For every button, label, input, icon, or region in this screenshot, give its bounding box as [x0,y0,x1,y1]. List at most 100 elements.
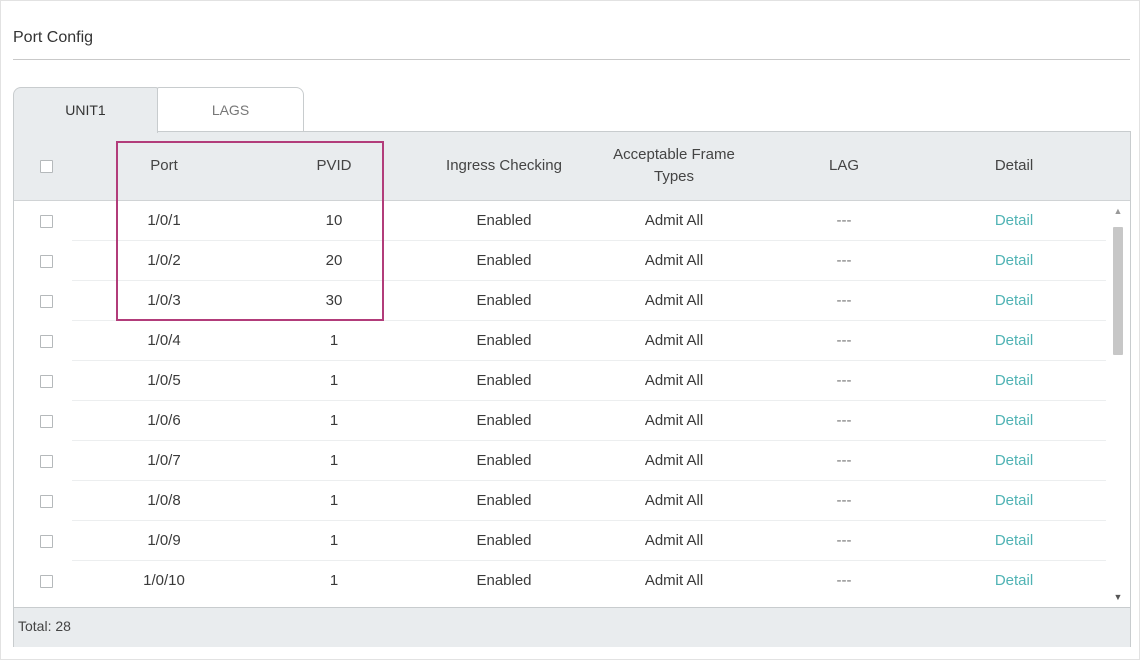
column-header-pvid[interactable]: PVID [284,132,384,200]
table-row: 1/0/6 1 Enabled Admit All --- Detail [14,401,1106,441]
table-footer: Total: 28 [14,607,1130,647]
tab-unit1[interactable]: UNIT1 [13,87,158,133]
frame-types-cell: Admit All [644,532,704,549]
detail-link[interactable]: Detail [954,281,1074,321]
total-count: Total: 28 [18,618,71,634]
detail-link[interactable]: Detail [954,481,1074,521]
table-row: 1/0/8 1 Enabled Admit All --- Detail [14,481,1106,521]
row-checkbox[interactable] [40,335,53,348]
port-cell: 1/0/7 [147,452,181,469]
ingress-cell: Enabled [476,212,532,229]
column-header-frame-line1: Acceptable Frame [613,146,735,163]
row-checkbox[interactable] [40,415,53,428]
frame-types-cell: Admit All [644,572,704,589]
lag-cell: --- [836,212,852,229]
row-checkbox[interactable] [40,295,53,308]
frame-types-cell: Admit All [644,292,704,309]
port-config-panel: Port Config UNIT1 LAGS Port PVID Ingress… [0,0,1140,660]
ingress-cell: Enabled [476,492,532,509]
pvid-cell: 1 [329,452,339,469]
row-checkbox[interactable] [40,535,53,548]
column-header-frame-types[interactable]: Acceptable Frame Types [584,132,764,200]
lag-cell: --- [836,412,852,429]
ingress-cell: Enabled [476,572,532,589]
row-checkbox[interactable] [40,575,53,588]
frame-types-cell: Admit All [644,332,704,349]
ingress-cell: Enabled [476,372,532,389]
table-row: 1/0/5 1 Enabled Admit All --- Detail [14,361,1106,401]
ingress-cell: Enabled [476,332,532,349]
port-cell: 1/0/3 [147,292,181,309]
detail-link[interactable]: Detail [954,561,1074,601]
frame-types-cell: Admit All [644,372,704,389]
port-cell: 1/0/8 [147,492,181,509]
ingress-cell: Enabled [476,412,532,429]
lag-cell: --- [836,332,852,349]
pvid-cell: 10 [325,212,343,229]
lag-cell: --- [836,572,852,589]
table-row: 1/0/2 20 Enabled Admit All --- Detail [14,241,1106,281]
pvid-cell: 20 [325,252,343,269]
table-row: 1/0/1 10 Enabled Admit All --- Detail [14,201,1106,241]
column-header-lag[interactable]: LAG [784,132,904,200]
table-row: 1/0/9 1 Enabled Admit All --- Detail [14,521,1106,561]
pvid-cell: 1 [329,492,339,509]
lag-cell: --- [836,452,852,469]
table-body: 1/0/1 10 Enabled Admit All --- Detail 1/… [14,201,1106,607]
lag-cell: --- [836,252,852,269]
detail-link[interactable]: Detail [954,521,1074,561]
detail-link[interactable]: Detail [954,401,1074,441]
row-checkbox[interactable] [40,455,53,468]
lag-cell: --- [836,292,852,309]
frame-types-cell: Admit All [644,412,704,429]
frame-types-cell: Admit All [644,492,704,509]
frame-types-cell: Admit All [644,252,704,269]
detail-link[interactable]: Detail [954,241,1074,281]
port-cell: 1/0/9 [147,532,181,549]
lag-cell: --- [836,372,852,389]
pvid-cell: 30 [325,292,343,309]
table-row: 1/0/3 30 Enabled Admit All --- Detail [14,281,1106,321]
port-cell: 1/0/1 [147,212,181,229]
frame-types-cell: Admit All [644,452,704,469]
vertical-scrollbar[interactable]: ▲ ▼ [1106,201,1130,607]
tab-lags[interactable]: LAGS [157,87,304,131]
row-checkbox[interactable] [40,495,53,508]
table-header: Port PVID Ingress Checking Acceptable Fr… [14,132,1130,201]
column-header-port[interactable]: Port [109,132,219,200]
pvid-cell: 1 [329,332,339,349]
detail-link[interactable]: Detail [954,361,1074,401]
frame-types-cell: Admit All [644,212,704,229]
detail-link[interactable]: Detail [954,441,1074,481]
lag-cell: --- [836,532,852,549]
port-cell: 1/0/5 [147,372,181,389]
detail-link[interactable]: Detail [954,321,1074,361]
chevron-up-icon[interactable]: ▲ [1106,201,1130,221]
row-checkbox[interactable] [40,215,53,228]
port-cell: 1/0/10 [143,572,185,589]
scrollbar-thumb[interactable] [1113,227,1123,355]
chevron-down-icon[interactable]: ▼ [1106,587,1130,607]
page-title: Port Config [13,29,94,46]
pvid-cell: 1 [329,372,339,389]
port-table: Port PVID Ingress Checking Acceptable Fr… [13,131,1131,647]
column-header-detail[interactable]: Detail [954,132,1074,200]
lag-cell: --- [836,492,852,509]
ingress-cell: Enabled [476,292,532,309]
column-header-ingress[interactable]: Ingress Checking [419,132,589,200]
port-cell: 1/0/6 [147,412,181,429]
port-cell: 1/0/2 [147,252,181,269]
select-all-checkbox[interactable] [40,160,53,173]
title-divider [13,59,1130,60]
detail-link[interactable]: Detail [954,201,1074,241]
pvid-cell: 1 [329,532,339,549]
ingress-cell: Enabled [476,532,532,549]
ingress-cell: Enabled [476,252,532,269]
row-checkbox[interactable] [40,255,53,268]
pvid-cell: 1 [329,412,339,429]
port-cell: 1/0/4 [147,332,181,349]
row-checkbox[interactable] [40,375,53,388]
table-row: 1/0/10 1 Enabled Admit All --- Detail [14,561,1106,601]
ingress-cell: Enabled [476,452,532,469]
pvid-cell: 1 [329,572,339,589]
